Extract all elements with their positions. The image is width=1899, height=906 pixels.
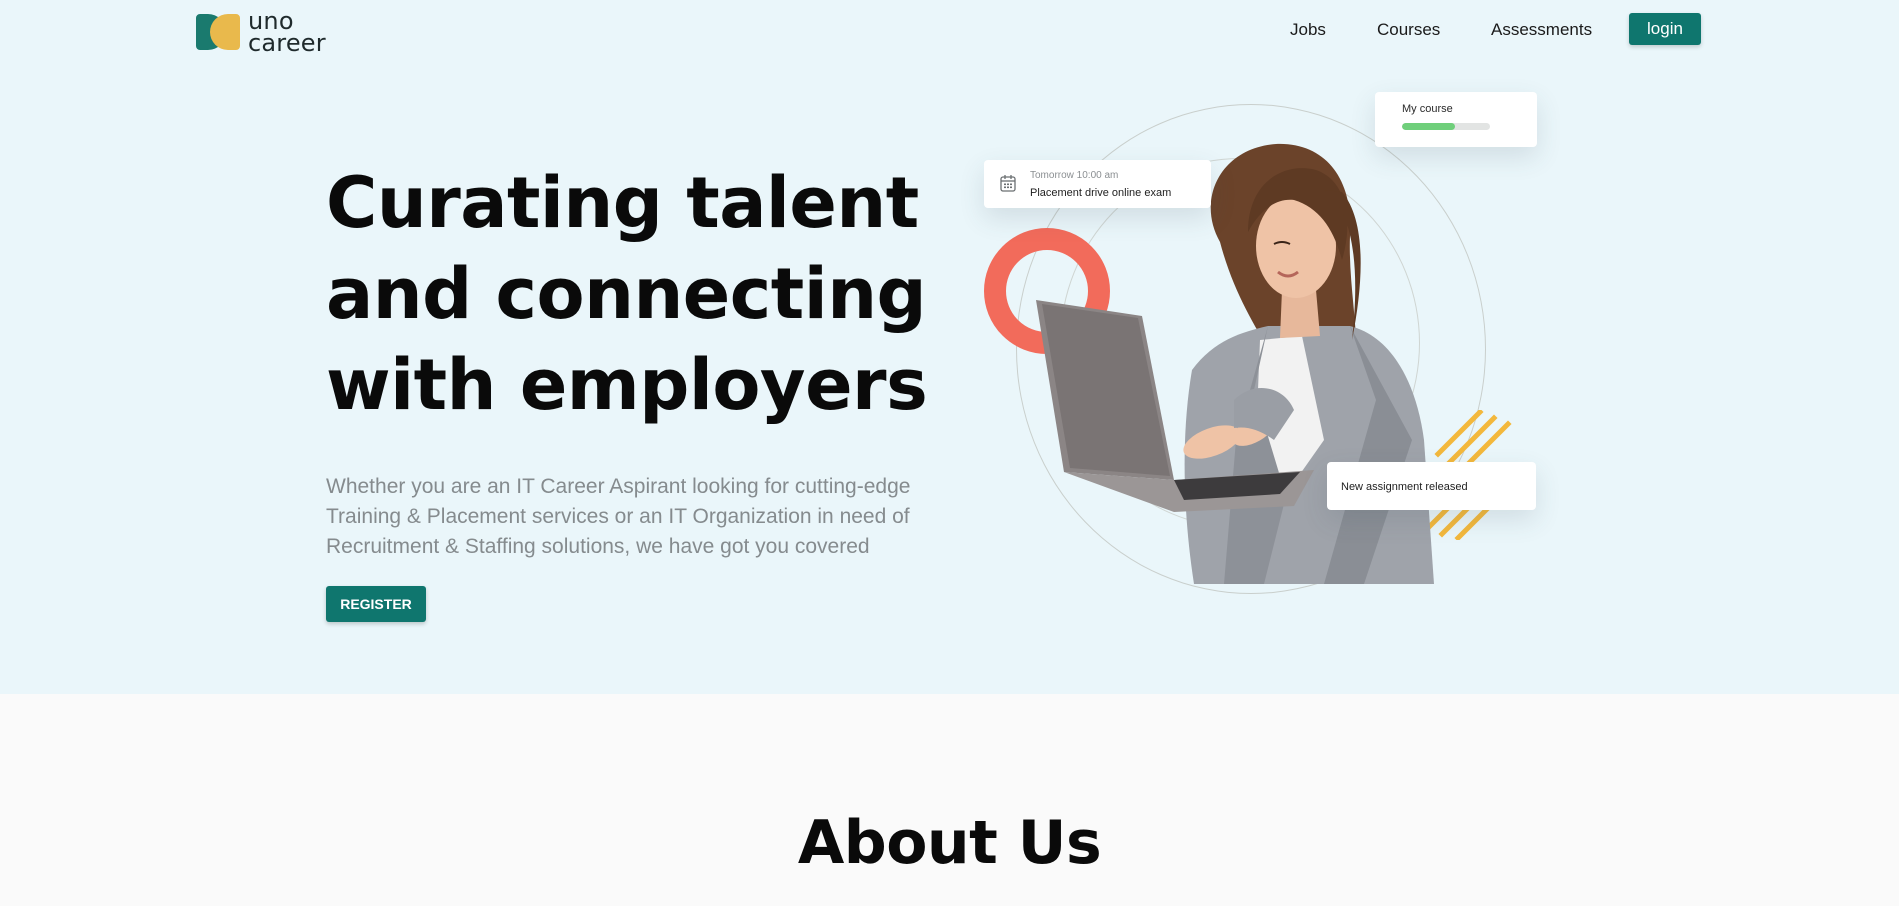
assignment-notification-card: New assignment released	[1327, 462, 1536, 510]
hero-section: uno career Jobs Courses Assessments logi…	[0, 0, 1899, 694]
my-course-label: My course	[1402, 103, 1453, 115]
logo-link[interactable]: uno career	[196, 9, 326, 57]
headline-line-2: and connecting	[326, 253, 927, 335]
nav-jobs[interactable]: Jobs	[1290, 20, 1326, 40]
my-course-card: My course	[1375, 92, 1537, 147]
exam-reminder-card: Tomorrow 10:00 am Placement drive online…	[984, 160, 1211, 208]
nav-courses[interactable]: Courses	[1377, 20, 1440, 40]
hero-description: Whether you are an IT Career Aspirant lo…	[326, 475, 911, 558]
logo-text-line2: career	[248, 29, 326, 57]
course-progress-fill	[1402, 123, 1455, 130]
about-us-heading: About Us	[797, 808, 1102, 878]
hero-illustration: My course Tomorrow 10:00 am Placement dr…	[980, 80, 1560, 600]
exam-title: Placement drive online exam	[1030, 187, 1172, 199]
exam-time: Tomorrow 10:00 am	[1030, 170, 1119, 181]
course-progress-bar	[1402, 123, 1490, 130]
calendar-icon	[1000, 175, 1016, 192]
headline-line-1: Curating talent	[326, 162, 919, 244]
headline-line-3: with employers	[326, 344, 928, 426]
login-button[interactable]: login	[1629, 13, 1701, 45]
assignment-text: New assignment released	[1341, 481, 1468, 493]
register-button[interactable]: REGISTER	[326, 586, 426, 622]
hero-headline: Curating talent and connecting with empl…	[326, 158, 966, 431]
logo-mark	[196, 14, 240, 50]
logo-text: uno career	[248, 9, 326, 57]
nav-assessments[interactable]: Assessments	[1491, 20, 1592, 40]
